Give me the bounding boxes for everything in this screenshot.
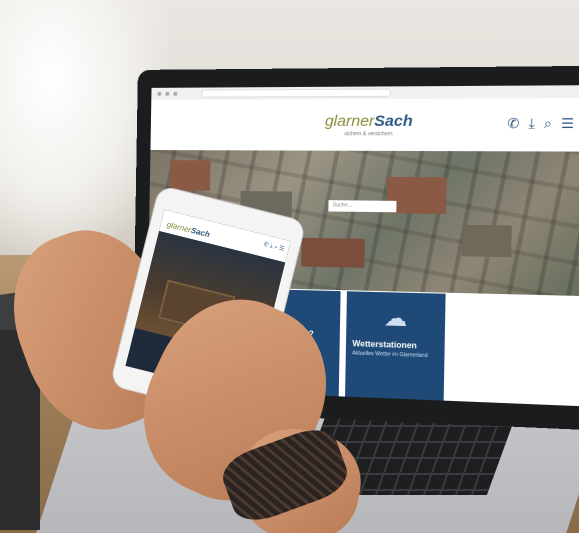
phone-logo-word-2: Sach: [190, 225, 211, 240]
download-icon[interactable]: ⤓: [528, 115, 535, 132]
tile-weather[interactable]: ☁ Wetterstationen Aktuelles Wetter im Gl…: [344, 291, 446, 407]
search-icon[interactable]: ⌕: [544, 115, 552, 132]
hero-search-input[interactable]: Suche...: [328, 200, 397, 213]
phone-header-icons[interactable]: ✆ ⤓ ⌕ ☰: [262, 241, 285, 254]
site-logo[interactable]: glarnerSach sichern & versichern: [324, 111, 413, 137]
logo-tagline: sichern & versichern: [344, 130, 393, 137]
header-icons: ✆ ⤓ ⌕ ☰: [507, 115, 574, 132]
cloud-sun-icon: ☁: [383, 304, 408, 332]
logo-word-2: Sach: [374, 111, 413, 130]
logo-word-1: glarner: [324, 111, 375, 130]
site-header: glarnerSach sichern & versichern ✆ ⤓ ⌕ ☰: [150, 98, 579, 152]
menu-icon[interactable]: ☰: [561, 115, 574, 132]
address-bar[interactable]: [201, 88, 392, 98]
photo-scene: glarnerSach sichern & versichern ✆ ⤓ ⌕ ☰…: [0, 0, 579, 533]
phone-icon[interactable]: ✆: [507, 115, 519, 132]
